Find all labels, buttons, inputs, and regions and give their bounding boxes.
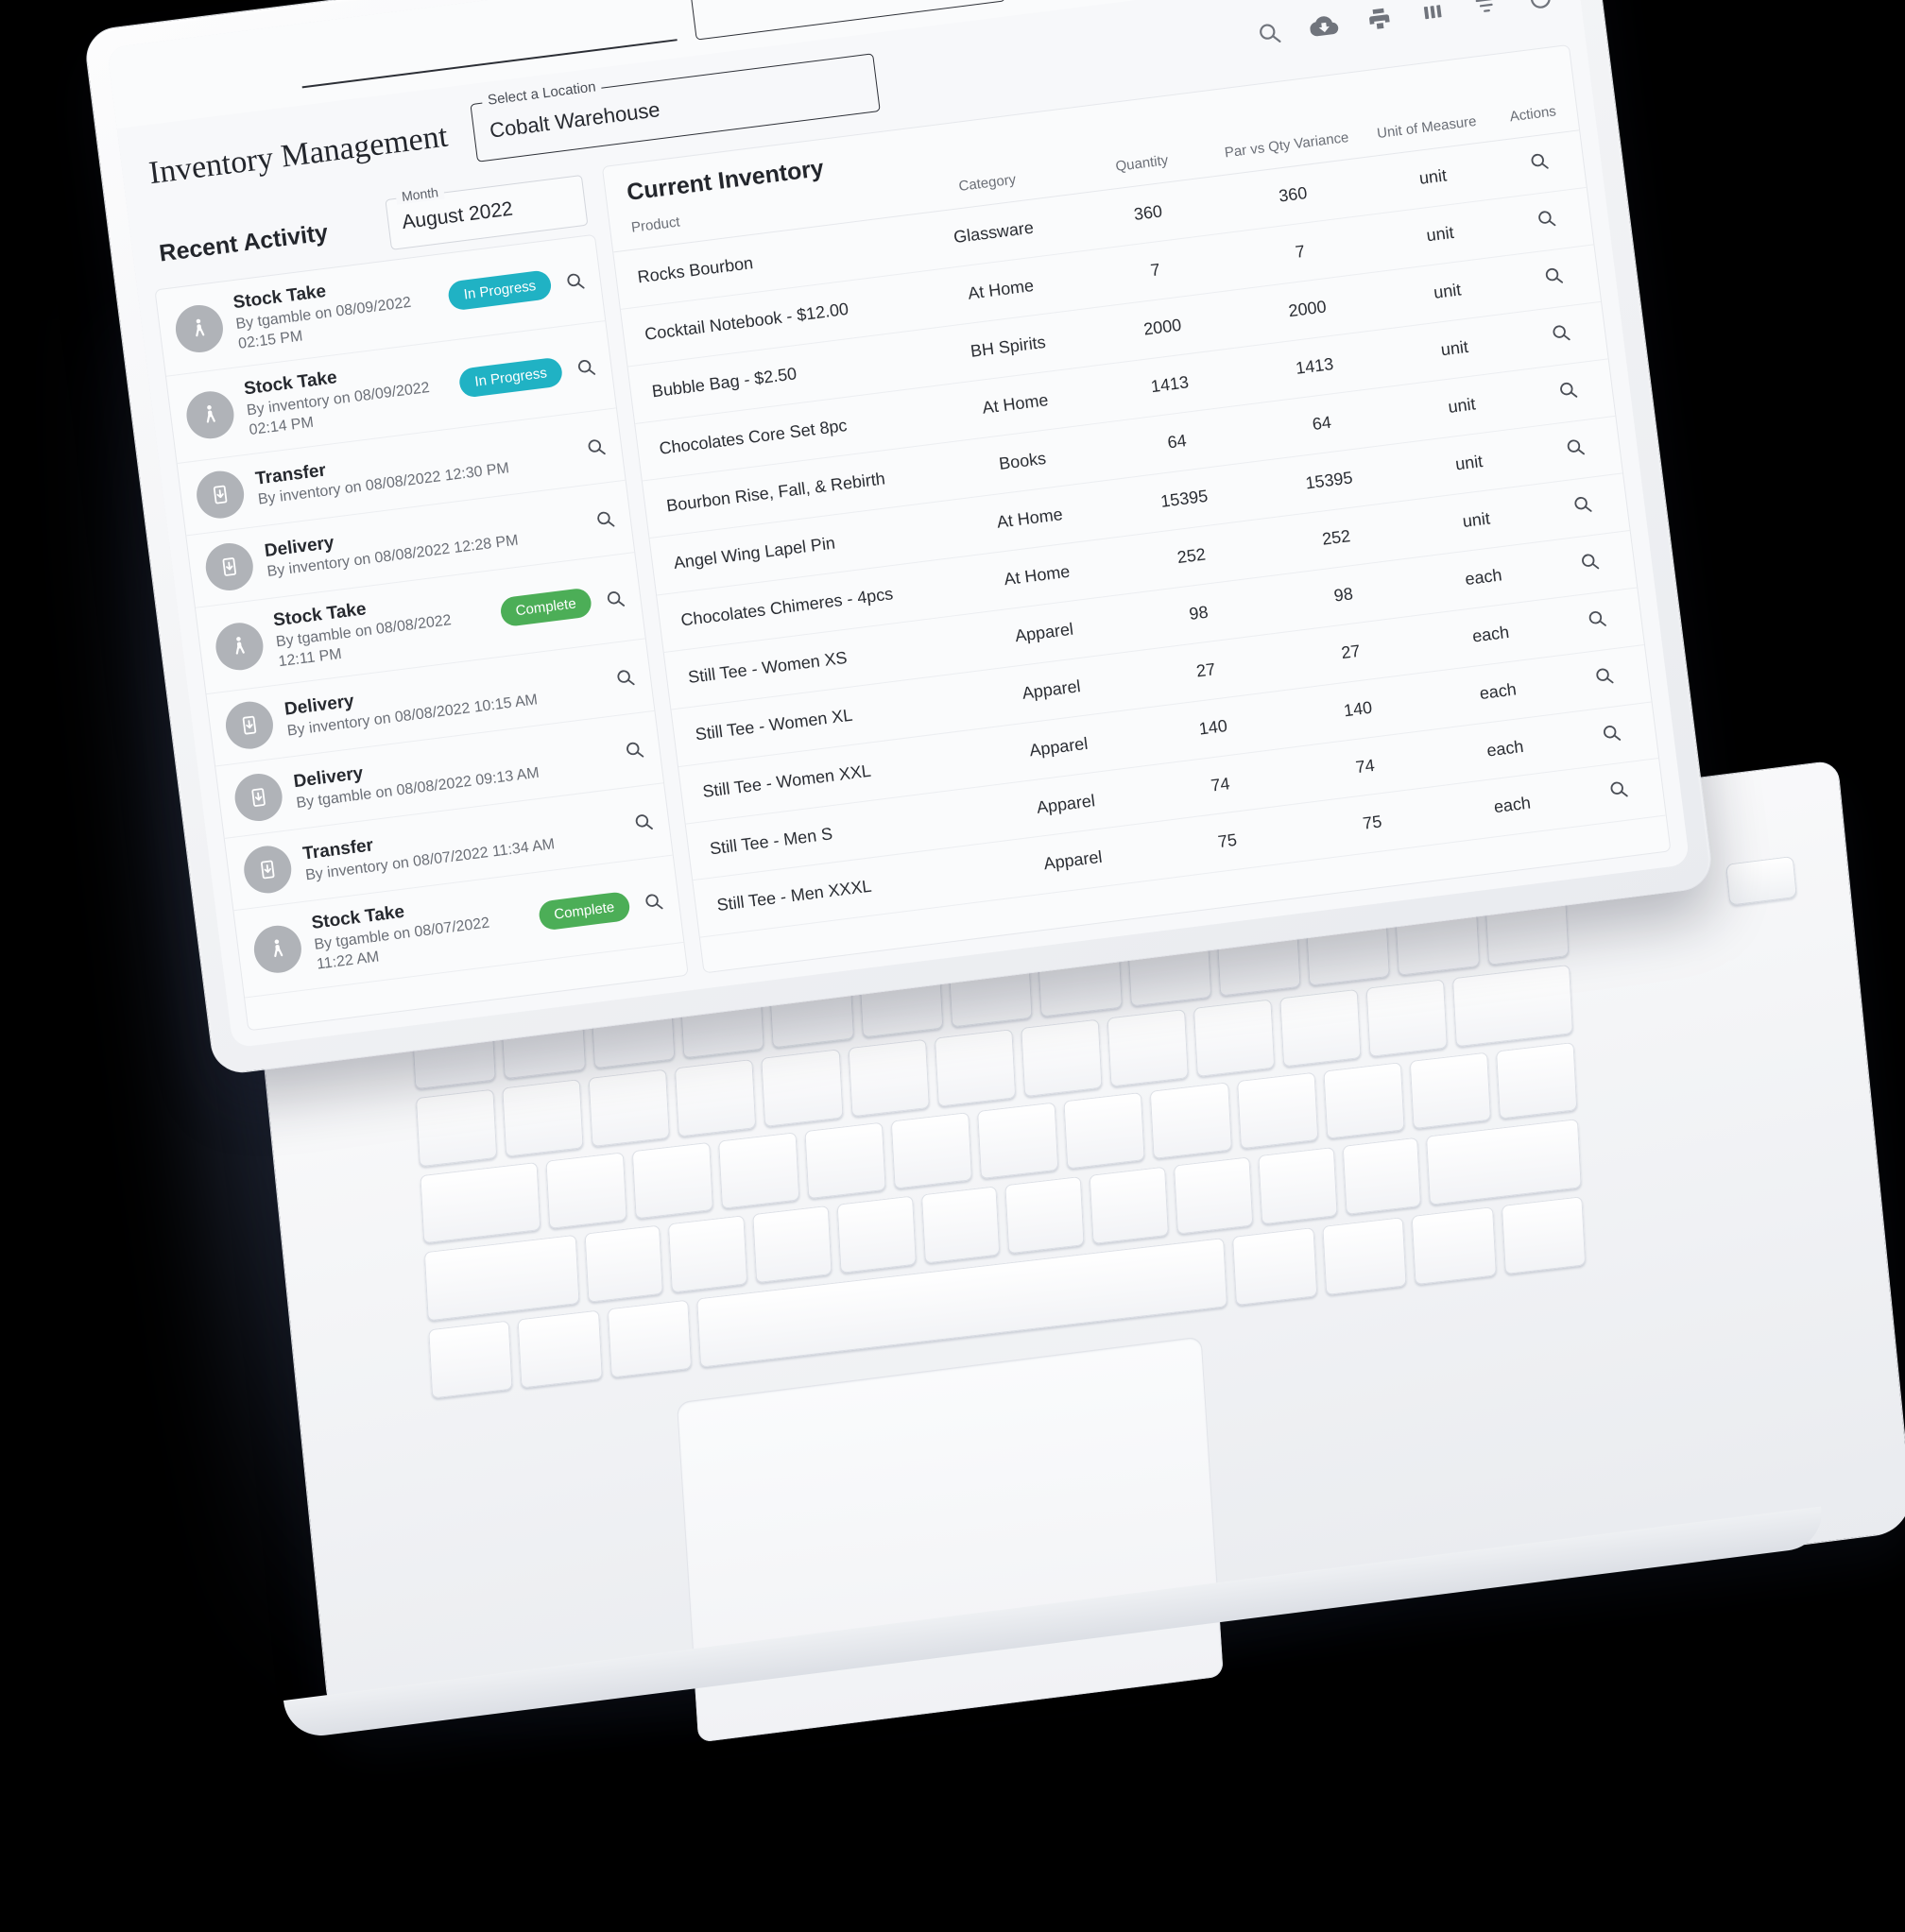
- power-key: [1725, 855, 1797, 906]
- magnifier-icon[interactable]: [1599, 720, 1624, 745]
- transfer-icon: [241, 843, 295, 897]
- magnifier-icon[interactable]: [631, 810, 657, 835]
- activity-text: Stock Take By inventory on 08/09/2022 02:…: [243, 354, 451, 441]
- header-toolbar: [1255, 0, 1555, 48]
- inventory-management-app: TRANSFER INVENTORY REFRESH Inventory Man…: [106, 0, 1690, 1049]
- magnifier-icon[interactable]: [641, 889, 666, 915]
- activity-text: Stock Take By tgamble on 08/08/2022 12:11…: [272, 584, 491, 672]
- columns-icon[interactable]: [1419, 0, 1447, 26]
- laptop-mockup: TRANSFER INVENTORY REFRESH Inventory Man…: [0, 0, 1905, 1932]
- refresh-icon[interactable]: [1526, 0, 1555, 13]
- magnifier-icon[interactable]: [1534, 206, 1559, 231]
- stock-take-icon: [213, 619, 266, 673]
- magnifier-icon[interactable]: [574, 355, 599, 381]
- screen: TRANSFER INVENTORY REFRESH Inventory Man…: [106, 0, 1690, 1049]
- cloud-download-icon[interactable]: [1308, 10, 1340, 43]
- inventory-table-body: Rocks Bourbon Glassware 360 360 unit Cocktail…: [613, 129, 1666, 938]
- status-badge: Complete: [499, 587, 593, 628]
- inventory-table: Product Category Quantity Par vs Qty Var…: [609, 94, 1666, 938]
- print-icon[interactable]: [1364, 4, 1394, 33]
- stock-take-icon: [250, 922, 304, 976]
- recent-activity-panel: Recent Activity Month August 2022 Stock …: [146, 168, 689, 1032]
- magnifier-icon[interactable]: [1605, 778, 1631, 803]
- filter-icon[interactable]: [1471, 0, 1501, 20]
- magnifier-icon[interactable]: [1526, 148, 1552, 174]
- delivery-icon: [202, 539, 256, 593]
- laptop-lid: TRANSFER INVENTORY REFRESH Inventory Man…: [82, 0, 1715, 1077]
- magnifier-icon[interactable]: [1540, 263, 1566, 288]
- magnifier-icon[interactable]: [1555, 377, 1581, 402]
- page-title: Inventory Management: [146, 118, 450, 192]
- magnifier-icon[interactable]: [612, 665, 638, 691]
- search-icon[interactable]: [1255, 19, 1283, 47]
- status-badge: In Progress: [447, 269, 553, 312]
- magnifier-icon[interactable]: [1548, 320, 1573, 346]
- magnifier-icon[interactable]: [1584, 606, 1609, 631]
- activity-text: Stock Take By tgamble on 08/07/2022 11:22…: [311, 887, 530, 975]
- magnifier-icon[interactable]: [592, 506, 618, 532]
- stock-take-icon: [183, 388, 237, 442]
- delivery-icon: [232, 771, 285, 825]
- current-inventory-panel: Current Inventory Product Category Quant…: [601, 43, 1672, 974]
- trackpad[interactable]: [676, 1336, 1224, 1743]
- magnifier-icon[interactable]: [562, 268, 588, 294]
- magnifier-icon[interactable]: [603, 586, 628, 611]
- recent-activity-title: Recent Activity: [157, 218, 330, 267]
- magnifier-icon[interactable]: [1570, 491, 1595, 517]
- month-select-value: August 2022: [401, 197, 515, 234]
- status-badge: Complete: [537, 890, 631, 932]
- magnifier-icon[interactable]: [1591, 663, 1617, 689]
- status-badge: In Progress: [457, 356, 564, 399]
- transfer-icon: [194, 468, 248, 521]
- magnifier-icon[interactable]: [622, 738, 647, 763]
- delivery-icon: [223, 699, 276, 752]
- location-select-label: Select a Location: [481, 77, 603, 110]
- magnifier-icon[interactable]: [1562, 435, 1588, 460]
- activity-text: Stock Take By tgamble on 08/09/2022 02:15…: [232, 268, 440, 355]
- cell-actions: [1571, 759, 1666, 828]
- screenshot-stage: TRANSFER INVENTORY REFRESH Inventory Man…: [0, 0, 1905, 1932]
- magnifier-icon[interactable]: [1577, 549, 1603, 574]
- activity-list: Stock Take By tgamble on 08/09/2022 02:15…: [154, 233, 689, 1032]
- stock-take-icon: [172, 301, 226, 355]
- magnifier-icon[interactable]: [584, 435, 609, 460]
